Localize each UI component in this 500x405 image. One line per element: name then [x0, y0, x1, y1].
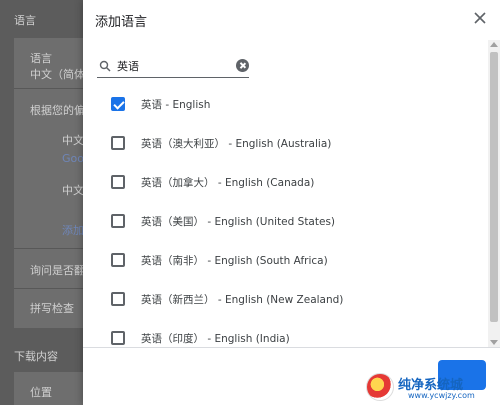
search-icon: [99, 60, 111, 72]
language-order-hint: 根据您的偏: [30, 104, 85, 117]
checkbox[interactable]: [111, 214, 125, 228]
spellcheck-setting[interactable]: 拼写检查: [30, 300, 74, 316]
close-icon[interactable]: [470, 8, 490, 28]
download-location-label: 位置: [30, 386, 52, 399]
add-languages-dialog: 添加语言 英语 - English 英语（澳大利亚） - English (Au…: [83, 0, 500, 405]
ask-translate-setting[interactable]: 询问是否翻: [30, 262, 85, 278]
watermark-logo-icon: [366, 373, 394, 401]
language-search: [97, 56, 249, 78]
language-option[interactable]: 英语 - English: [83, 85, 488, 124]
language-option[interactable]: 英语（南非） - English (South Africa): [83, 241, 488, 280]
scroll-down-arrow-icon[interactable]: [490, 340, 498, 345]
clear-icon[interactable]: [236, 59, 249, 72]
language-option[interactable]: 英语（新西兰） - English (New Zealand): [83, 280, 488, 319]
language-option-label: 英语 - English: [141, 99, 211, 111]
divider: [14, 288, 84, 289]
section-language-heading: 语言: [14, 14, 36, 27]
checkbox[interactable]: [111, 136, 125, 150]
language-option-label: 英语（新西兰） - English (New Zealand): [141, 294, 344, 306]
search-input[interactable]: [117, 58, 227, 74]
checkbox[interactable]: [111, 175, 125, 189]
section-downloads-heading: 下载内容: [14, 350, 58, 363]
checkbox[interactable]: [111, 292, 125, 306]
language-list: 英语 - English 英语（澳大利亚） - English (Austral…: [83, 85, 488, 347]
checkbox[interactable]: [111, 331, 125, 345]
language-option-label: 英语（美国） - English (United States): [141, 216, 336, 228]
language-list-item: 中文: [62, 184, 84, 197]
language-option-label: 英语（加拿大） - English (Canada): [141, 177, 315, 189]
language-option[interactable]: 英语（美国） - English (United States): [83, 202, 488, 241]
language-title: 语言: [30, 52, 52, 65]
checkbox-checked[interactable]: [111, 97, 125, 111]
language-option-label: 英语（印度） - English (India): [141, 333, 290, 345]
language-list-item: 中文: [62, 134, 84, 147]
add-languages-link[interactable]: 添加: [62, 222, 84, 238]
divider: [14, 248, 84, 249]
language-list-item-sub: Goo: [62, 152, 84, 165]
watermark-url: www.ycwjzy.com: [408, 391, 475, 400]
scroll-up-arrow-icon[interactable]: [490, 42, 498, 47]
language-option[interactable]: 英语（印度） - English (India): [83, 319, 488, 347]
dialog-title: 添加语言: [95, 15, 148, 30]
language-option[interactable]: 英语（加拿大） - English (Canada): [83, 163, 488, 202]
divider: [14, 88, 84, 89]
language-value: 中文（简体: [30, 68, 85, 81]
language-option-label: 英语（南非） - English (South Africa): [141, 255, 328, 267]
language-option-label: 英语（澳大利亚） - English (Australia): [141, 138, 332, 150]
language-option[interactable]: 英语（澳大利亚） - English (Australia): [83, 124, 488, 163]
watermark: 纯净系统城 www.ycwjzy.com: [366, 373, 494, 401]
checkbox[interactable]: [111, 253, 125, 267]
scroll-thumb[interactable]: [490, 52, 498, 322]
list-scrollbar[interactable]: [488, 40, 500, 347]
dialog-header: 添加语言: [83, 0, 500, 40]
